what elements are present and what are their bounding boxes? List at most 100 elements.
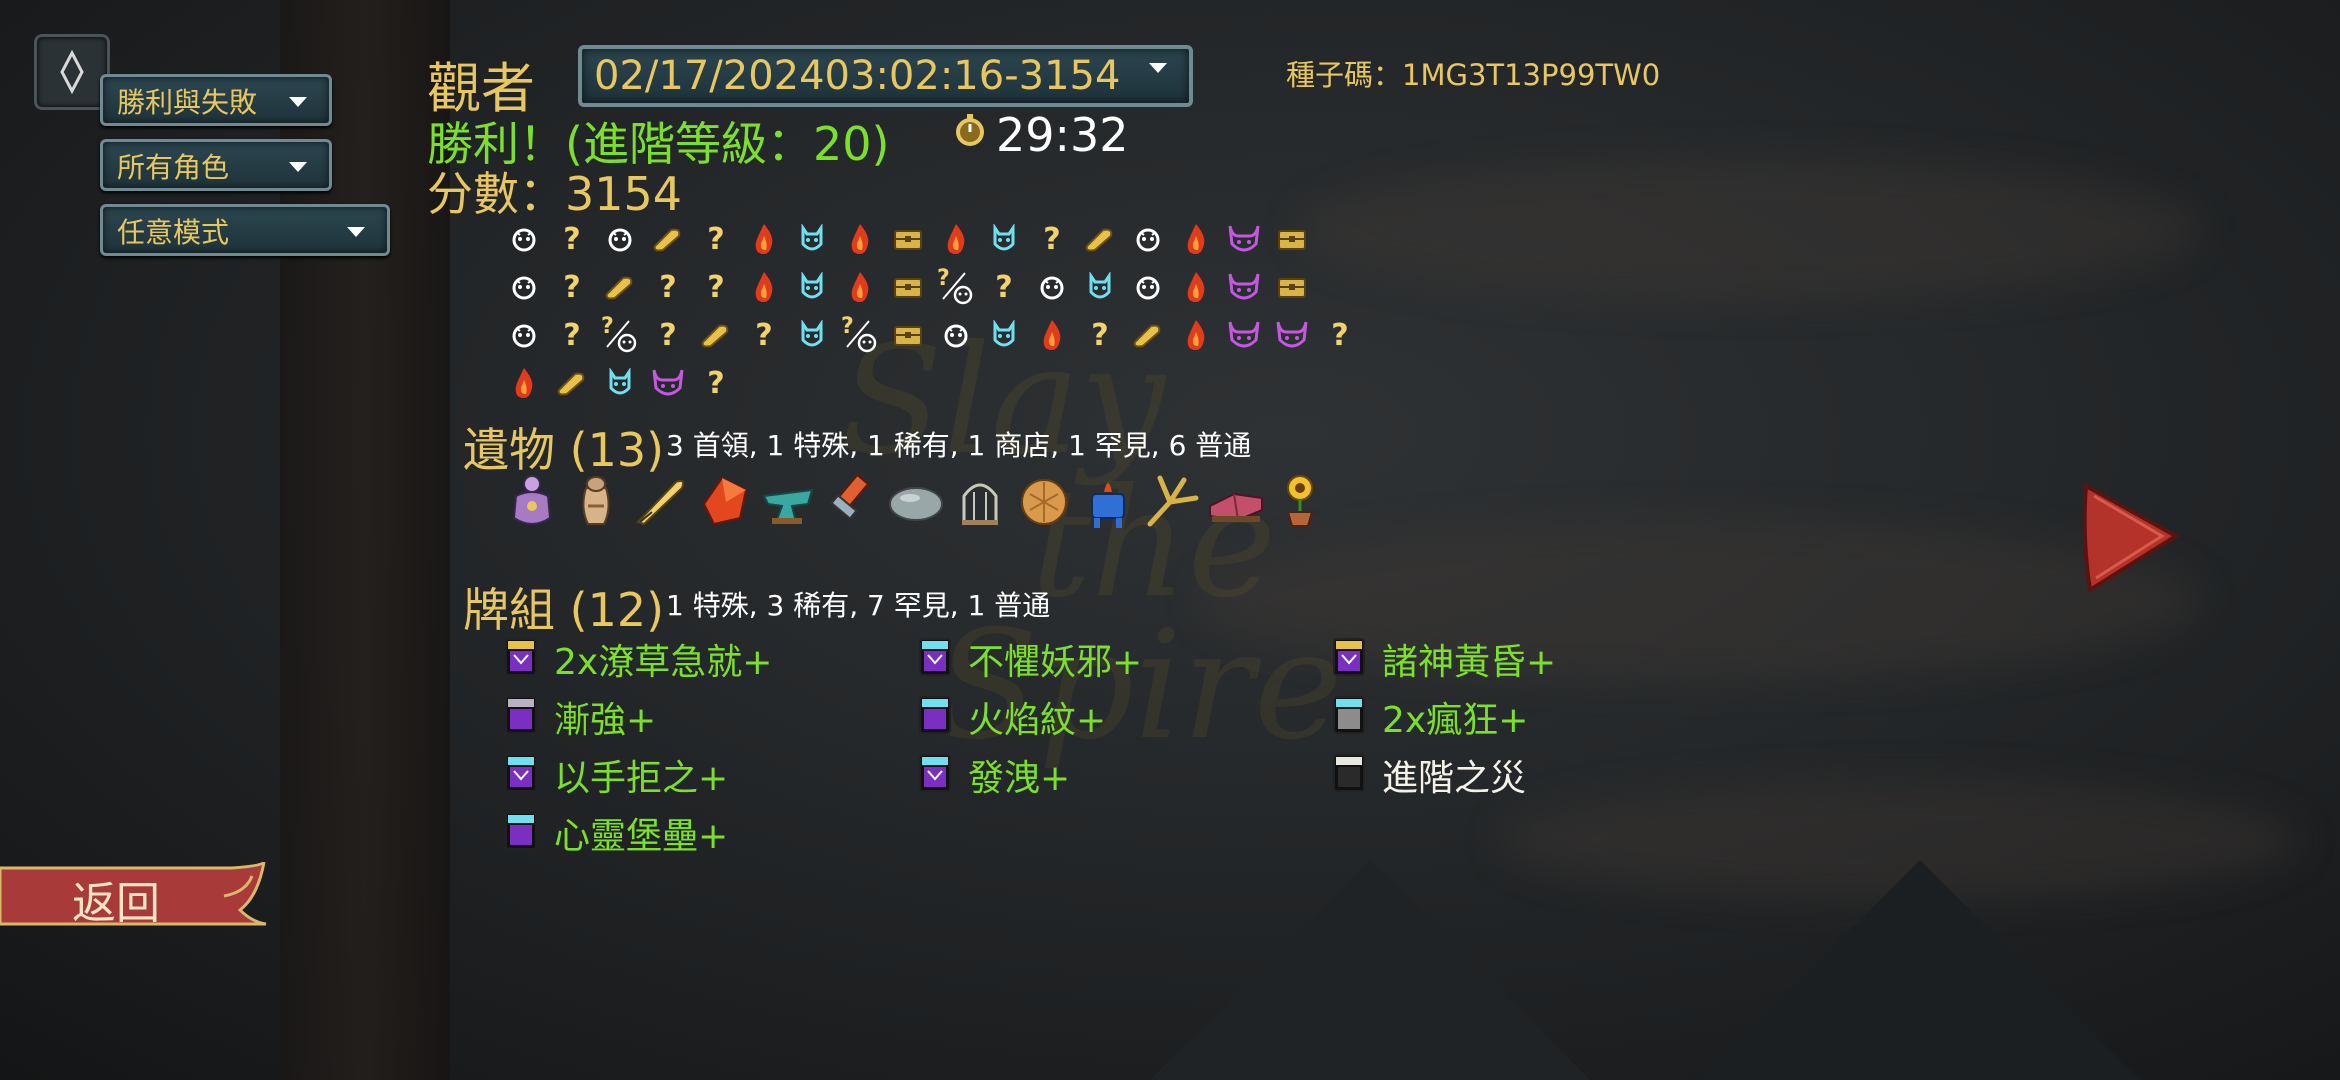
unknown-node-icon[interactable]: ?: [1316, 311, 1364, 359]
unknown-node-icon[interactable]: ?: [548, 263, 596, 311]
elite-cyan-node-icon[interactable]: [980, 311, 1028, 359]
curse-card-icon: [1332, 753, 1366, 797]
chevron-down-icon: [1149, 63, 1167, 73]
deck-card[interactable]: 不懼妖邪+: [918, 636, 1142, 683]
svg-text:?: ?: [841, 315, 854, 339]
rest-node-icon[interactable]: [836, 215, 884, 263]
character-filter-dropdown[interactable]: 所有角色: [100, 139, 332, 191]
background-mountain: [1700, 860, 2140, 1080]
unknown-node-icon[interactable]: ?: [692, 215, 740, 263]
monster-node-icon[interactable]: [500, 263, 548, 311]
monster-node-icon[interactable]: [1028, 263, 1076, 311]
hammer-relic-icon[interactable]: [820, 468, 884, 532]
chest-node-icon[interactable]: [884, 311, 932, 359]
anvil-relic-icon[interactable]: [756, 468, 820, 532]
lantern-pot-relic-icon[interactable]: [500, 468, 564, 532]
boss-node-icon[interactable]: [644, 359, 692, 407]
unknown-monster-node-icon[interactable]: ?: [932, 263, 980, 311]
rest-node-icon[interactable]: [740, 263, 788, 311]
claw-relic-icon[interactable]: [1140, 468, 1204, 532]
map-path-row: ?: [500, 359, 740, 407]
mode-filter-dropdown[interactable]: 任意模式: [100, 204, 390, 256]
unknown-node-icon[interactable]: ?: [644, 311, 692, 359]
unknown-monster-node-icon[interactable]: ?: [836, 311, 884, 359]
rest-node-icon[interactable]: [740, 215, 788, 263]
treasure-gold-node-icon[interactable]: [548, 359, 596, 407]
result-filter-dropdown[interactable]: 勝利與失敗: [100, 74, 332, 126]
deck-card[interactable]: 2x瘋狂+: [1332, 694, 1528, 741]
unknown-node-icon[interactable]: ?: [1028, 215, 1076, 263]
blue-kettle-relic-icon[interactable]: [1076, 468, 1140, 532]
boss-node-icon[interactable]: [1220, 311, 1268, 359]
birdcage-relic-icon[interactable]: [948, 468, 1012, 532]
rest-node-icon[interactable]: [836, 263, 884, 311]
unknown-node-icon[interactable]: ?: [980, 263, 1028, 311]
deck-card[interactable]: 漸強+: [504, 694, 656, 741]
quill-relic-icon[interactable]: [628, 468, 692, 532]
deck-card[interactable]: 以手拒之+: [504, 752, 729, 799]
treasure-gold-node-icon[interactable]: [644, 215, 692, 263]
deck-card[interactable]: 諸神黃昏+: [1332, 636, 1556, 683]
boss-node-icon[interactable]: [1220, 263, 1268, 311]
deck-card-name: 以手拒之+: [554, 758, 729, 799]
rest-node-icon[interactable]: [1172, 311, 1220, 359]
elite-cyan-node-icon[interactable]: [788, 311, 836, 359]
run-select-dropdown[interactable]: 02/17/202403:02:16-3154: [578, 45, 1193, 107]
cookie-relic-icon[interactable]: [1012, 468, 1076, 532]
treasure-gold-node-icon[interactable]: [596, 263, 644, 311]
elite-cyan-node-icon[interactable]: [596, 359, 644, 407]
elite-cyan-node-icon[interactable]: [788, 215, 836, 263]
deck-card[interactable]: 發洩+: [918, 752, 1070, 799]
rest-node-icon[interactable]: [1172, 263, 1220, 311]
unknown-node-icon[interactable]: ?: [740, 311, 788, 359]
unknown-node-icon[interactable]: ?: [548, 311, 596, 359]
skill-cyan-card-icon: [918, 753, 952, 797]
elite-cyan-node-icon[interactable]: [1076, 263, 1124, 311]
unknown-node-icon[interactable]: ?: [1076, 311, 1124, 359]
stone-relic-icon[interactable]: [884, 468, 948, 532]
result-filter-label: 勝利與失敗: [117, 86, 258, 119]
elite-cyan-node-icon[interactable]: [788, 263, 836, 311]
deck-card-name: 火焰紋+: [968, 700, 1107, 741]
monster-node-icon[interactable]: [500, 215, 548, 263]
chest-node-icon[interactable]: [1268, 215, 1316, 263]
unknown-node-icon[interactable]: ?: [692, 263, 740, 311]
chest-node-icon[interactable]: [884, 263, 932, 311]
sunflower-relic-icon[interactable]: [1268, 468, 1332, 532]
vase-relic-icon[interactable]: [564, 468, 628, 532]
menu-icon-button[interactable]: [34, 34, 110, 110]
unknown-node-icon[interactable]: ?: [692, 359, 740, 407]
deck-card[interactable]: 心靈堡壘+: [504, 810, 728, 857]
deck-card[interactable]: 2x潦草急就+: [504, 636, 772, 683]
rest-node-icon[interactable]: [1028, 311, 1076, 359]
skill-cyan-card-icon: [918, 637, 952, 681]
monster-node-icon[interactable]: [1124, 263, 1172, 311]
unknown-monster-node-icon[interactable]: ?: [596, 311, 644, 359]
chest-node-icon[interactable]: [1268, 263, 1316, 311]
deck-card[interactable]: 進階之災: [1332, 752, 1526, 799]
treasure-gold-node-icon[interactable]: [1076, 215, 1124, 263]
deck-card[interactable]: 火焰紋+: [918, 694, 1107, 741]
boss-node-icon[interactable]: [1220, 215, 1268, 263]
unknown-node-icon[interactable]: ?: [644, 263, 692, 311]
back-button-label[interactable]: 返回: [72, 867, 160, 931]
boss-node-icon[interactable]: [1268, 311, 1316, 359]
monster-node-icon[interactable]: [932, 311, 980, 359]
unknown-node-icon[interactable]: ?: [548, 215, 596, 263]
treasure-gold-node-icon[interactable]: [692, 311, 740, 359]
power-cyan-card-icon: [504, 811, 538, 855]
chevron-down-icon: [347, 227, 365, 237]
chest-node-icon[interactable]: [884, 215, 932, 263]
rest-node-icon[interactable]: [500, 359, 548, 407]
red-gem-relic-icon[interactable]: [692, 468, 756, 532]
monster-node-icon[interactable]: [500, 311, 548, 359]
treasure-gold-node-icon[interactable]: [1124, 311, 1172, 359]
cushion-relic-icon[interactable]: [1204, 468, 1268, 532]
elite-cyan-node-icon[interactable]: [980, 215, 1028, 263]
monster-node-icon[interactable]: [1124, 215, 1172, 263]
rest-node-icon[interactable]: [1172, 215, 1220, 263]
map-path-row: ???: [500, 215, 1316, 263]
rest-node-icon[interactable]: [932, 215, 980, 263]
monster-node-icon[interactable]: [596, 215, 644, 263]
next-arrow-button[interactable]: [2080, 482, 2180, 594]
